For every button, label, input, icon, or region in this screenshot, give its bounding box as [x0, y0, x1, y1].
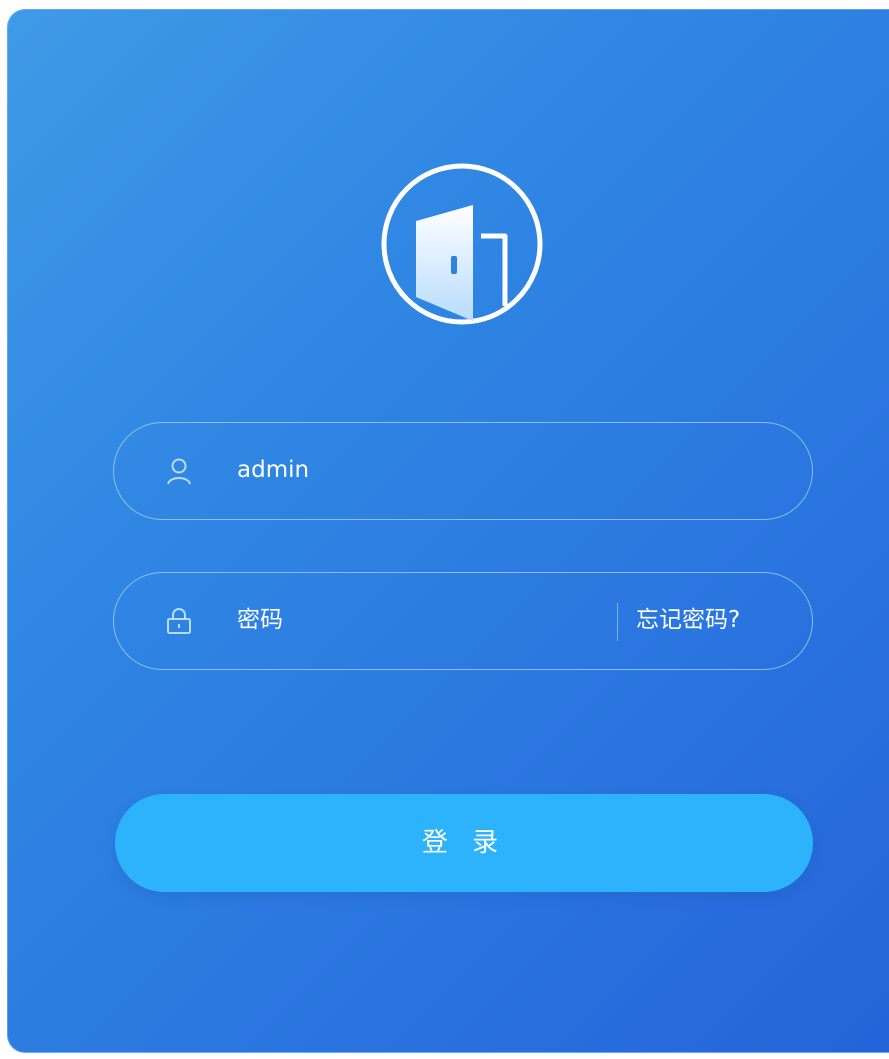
user-icon	[167, 458, 191, 485]
lock-icon	[167, 608, 191, 634]
login-button[interactable]: 登 录	[115, 794, 813, 892]
login-panel: admin 密码 忘记密码? 登 录	[7, 9, 889, 1053]
username-field[interactable]: admin	[113, 422, 813, 520]
password-input[interactable]: 密码	[237, 573, 283, 668]
door-logo-icon	[381, 163, 543, 325]
username-input[interactable]: admin	[237, 423, 309, 518]
field-divider	[617, 603, 618, 641]
password-field[interactable]: 密码 忘记密码?	[113, 572, 813, 670]
forgot-password-link[interactable]: 忘记密码?	[636, 573, 740, 668]
